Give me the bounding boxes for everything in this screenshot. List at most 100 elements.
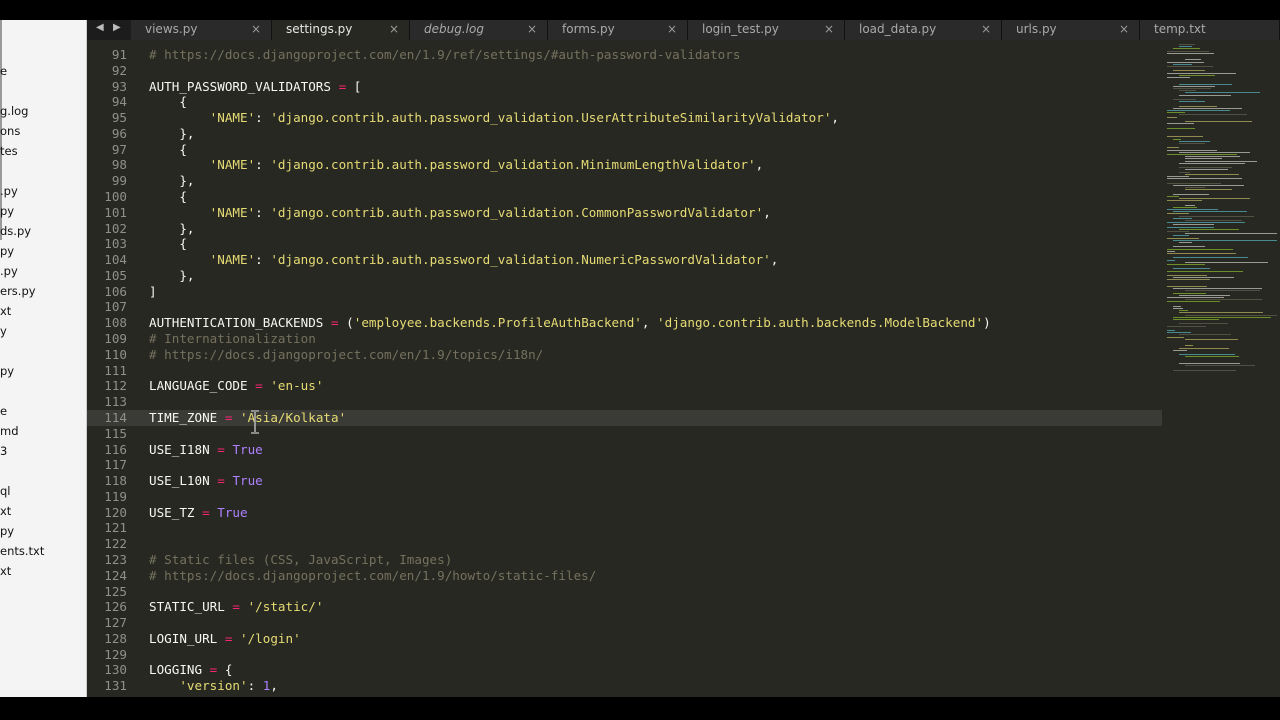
code-line[interactable]: 106] [87, 284, 1162, 300]
code-line[interactable]: 121 [87, 520, 1162, 536]
code-line[interactable]: 114 TIME_ZONE = 'Asia/Kolkata' [87, 409, 1162, 426]
code-token: AUTHENTICATION_BACKENDS [149, 315, 331, 331]
code-line[interactable]: 108 AUTHENTICATION_BACKENDS = ('employee.… [87, 315, 1162, 331]
code-line[interactable]: 117 [87, 457, 1162, 473]
close-icon[interactable]: × [981, 22, 991, 36]
code-line[interactable]: 104 'NAME': 'django.contrib.auth.passwor… [87, 252, 1162, 268]
tab-settings-py[interactable]: settings.py × [272, 20, 410, 40]
code-line[interactable]: 92 [87, 63, 1162, 79]
code-line[interactable]: 110 # https://docs.djangoproject.com/en/1… [87, 347, 1162, 363]
code-token: LANGUAGE_CODE [149, 378, 256, 394]
code-token: True [217, 504, 248, 520]
sidebar-file-item[interactable]: g.log [0, 104, 29, 118]
code-line[interactable]: 115 [87, 426, 1162, 442]
sidebar-file-item[interactable]: ds.py [0, 224, 31, 238]
sidebar-file-item[interactable]: 3 [0, 444, 7, 458]
close-icon[interactable]: × [1119, 22, 1129, 36]
sidebar-file-item[interactable]: py [0, 204, 14, 218]
sidebar-file-item[interactable]: ents.txt [0, 544, 44, 558]
code-line[interactable]: 96 }, [87, 126, 1162, 142]
minimap-line [1173, 239, 1277, 241]
code-line[interactable]: 95 'NAME': 'django.contrib.auth.password… [87, 110, 1162, 126]
close-icon[interactable]: × [667, 22, 677, 36]
code-line[interactable]: 93 AUTH_PASSWORD_VALIDATORS = [ [87, 79, 1162, 95]
sidebar-file-item[interactable]: xt [0, 504, 11, 518]
sidebar-file-item[interactable]: e [0, 64, 7, 78]
code-line[interactable]: 124 # https://docs.djangoproject.com/en/1… [87, 568, 1162, 584]
code-line[interactable]: 99 }, [87, 173, 1162, 189]
code-line[interactable]: 109 # Internationalization [87, 331, 1162, 347]
code-line[interactable]: 98 'NAME': 'django.contrib.auth.password… [87, 157, 1162, 173]
tab-urls-py[interactable]: urls.py × [1002, 20, 1140, 40]
sidebar-file-item[interactable]: .py [0, 184, 18, 198]
code-line[interactable]: 107 [87, 299, 1162, 315]
sidebar-file-item[interactable]: y [0, 324, 7, 338]
code-line[interactable]: 116 USE_I18N = True [87, 442, 1162, 458]
code-line[interactable]: 112 LANGUAGE_CODE = 'en-us' [87, 378, 1162, 394]
tab-next-icon[interactable]: ▶ [113, 22, 121, 33]
sidebar-file-item[interactable]: e [0, 404, 7, 418]
code-line[interactable]: 119 [87, 489, 1162, 505]
code-token: }, [149, 267, 195, 283]
code-line[interactable]: 122 [87, 536, 1162, 552]
code-line[interactable]: 128 LOGIN_URL = '/login' [87, 631, 1162, 647]
sidebar-file-item[interactable]: py [0, 364, 14, 378]
sidebar-file-item[interactable]: .py [0, 264, 18, 278]
minimap-line [1167, 237, 1199, 239]
code-token: 'NAME' [209, 204, 256, 220]
line-number: 96 [111, 125, 127, 141]
tab-login-test-py[interactable]: login_test.py × [688, 20, 845, 40]
code-line[interactable]: 125 [87, 584, 1162, 600]
sidebar-file-item[interactable]: ers.py [0, 284, 36, 298]
minimap-line [1167, 286, 1207, 287]
close-icon[interactable]: × [251, 22, 261, 36]
minimap-line [1173, 184, 1244, 186]
code-line[interactable]: 102 }, [87, 221, 1162, 237]
tab-temp-txt[interactable]: temp.txt [1140, 20, 1280, 40]
code-line[interactable]: 103 { [87, 236, 1162, 252]
code-token: 'NAME' [209, 110, 256, 126]
tab-forms-py[interactable]: forms.py × [548, 20, 688, 40]
tab-debug-log[interactable]: debug.log × [410, 20, 548, 40]
code-line[interactable]: 123 # Static files (CSS, JavaScript, Imag… [87, 552, 1162, 568]
code-line[interactable]: 130 LOGGING = { [87, 662, 1162, 678]
sidebar-file-item[interactable]: xt [0, 564, 11, 578]
code-line[interactable]: 100 { [87, 189, 1162, 205]
tab-prev-icon[interactable]: ◀ [96, 22, 104, 33]
code-line[interactable]: 105 }, [87, 268, 1162, 284]
code-line[interactable]: 131 'version': 1, [87, 678, 1162, 694]
sidebar-file-item[interactable]: ons [0, 124, 20, 138]
close-icon[interactable]: × [389, 22, 399, 36]
minimap-line [1185, 169, 1228, 171]
code-text: }, [149, 126, 194, 142]
code-line[interactable]: 129 [87, 647, 1162, 663]
code-token: # https://docs.djangoproject.com/en/1.9/… [149, 567, 597, 583]
sidebar-file-item[interactable]: ql [0, 484, 11, 498]
code-line[interactable]: 91 # https://docs.djangoproject.com/en/1.… [87, 47, 1162, 63]
code-line[interactable]: 120 USE_TZ = True [87, 505, 1162, 521]
minimap-line [1179, 242, 1192, 243]
sidebar-file-item[interactable]: py [0, 524, 14, 538]
code-line[interactable]: 101 'NAME': 'django.contrib.auth.passwor… [87, 205, 1162, 221]
code-editor[interactable]: 91 # https://docs.djangoproject.com/en/1.… [87, 40, 1280, 697]
code-line[interactable]: 127 [87, 615, 1162, 631]
code-line[interactable]: 94 { [87, 94, 1162, 110]
sidebar-file-item[interactable]: tes [0, 144, 18, 158]
tab-views-py[interactable]: views.py × [131, 20, 272, 40]
minimap-line [1167, 226, 1214, 228]
minimap[interactable] [1163, 40, 1280, 380]
sidebar-file-item[interactable]: md [0, 424, 19, 438]
code-line[interactable]: 111 [87, 363, 1162, 379]
code-line[interactable]: 97 { [87, 142, 1162, 158]
sidebar-file-item[interactable]: xt [0, 304, 11, 318]
close-icon[interactable]: × [824, 22, 834, 36]
minimap-line [1185, 233, 1277, 235]
code-line[interactable]: 126 STATIC_URL = '/static/' [87, 599, 1162, 615]
tab-load-data-py[interactable]: load_data.py × [845, 20, 1002, 40]
code-line[interactable]: 118 USE_L10N = True [87, 473, 1162, 489]
code-line[interactable]: 113 [87, 394, 1162, 410]
line-number: 116 [104, 441, 127, 457]
sidebar-file-item[interactable]: py [0, 244, 14, 258]
close-icon[interactable]: × [527, 22, 537, 36]
